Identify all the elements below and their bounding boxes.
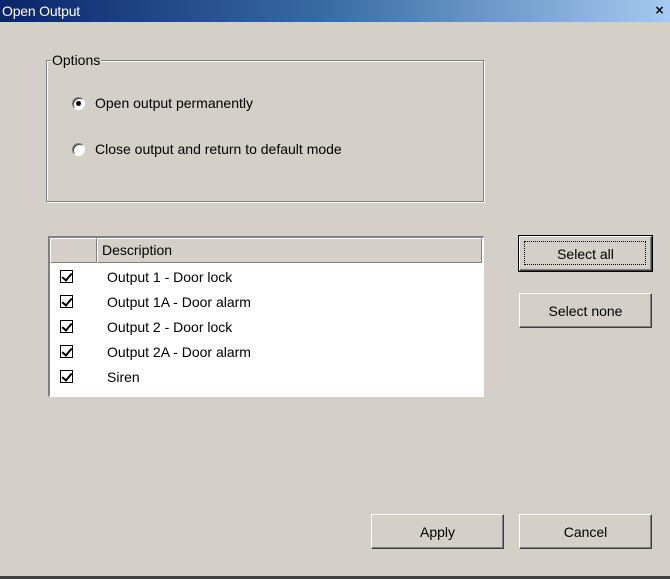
list-item-label: Siren — [107, 368, 140, 385]
radio-label: Close output and return to default mode — [95, 141, 342, 157]
column-header-description[interactable]: Description — [97, 238, 482, 263]
options-groupbox — [46, 60, 484, 202]
cancel-button[interactable]: Cancel — [519, 514, 652, 549]
outputs-listview[interactable]: Description Output 1 - Door lock Output … — [48, 236, 484, 397]
list-item[interactable]: Siren — [50, 364, 483, 389]
apply-label: Apply — [419, 523, 456, 540]
list-item-label: Output 1 - Door lock — [107, 268, 233, 285]
listview-header: Description — [50, 238, 483, 263]
open-output-dialog: Open Output × Options Open output perman… — [0, 0, 670, 579]
listview-body: Output 1 - Door lock Output 1A - Door al… — [50, 264, 483, 389]
list-item-label: Output 2 - Door lock — [107, 318, 233, 335]
radio-button-unchecked[interactable] — [72, 142, 85, 156]
list-item-label: Output 1A - Door alarm — [107, 293, 251, 310]
column-header-check[interactable] — [50, 238, 97, 263]
close-icon[interactable]: × — [653, 3, 666, 17]
checkbox-checked[interactable] — [60, 270, 73, 283]
window-title: Open Output — [2, 3, 80, 19]
title-bar[interactable]: Open Output × — [0, 0, 670, 22]
select-none-label: Select none — [548, 302, 623, 319]
list-item[interactable]: Output 1A - Door alarm — [50, 289, 483, 314]
select-none-button[interactable]: Select none — [519, 293, 652, 328]
list-item-label: Output 2A - Door alarm — [107, 343, 251, 360]
select-all-button[interactable]: Select all — [518, 235, 653, 272]
options-group-label: Options — [51, 52, 102, 68]
radio-open-permanently[interactable]: Open output permanently — [72, 94, 253, 112]
checkbox-checked[interactable] — [60, 295, 73, 308]
cancel-label: Cancel — [563, 523, 608, 540]
radio-label: Open output permanently — [95, 95, 253, 111]
checkbox-checked[interactable] — [60, 345, 73, 358]
checkbox-checked[interactable] — [60, 320, 73, 333]
apply-button[interactable]: Apply — [371, 514, 504, 549]
list-item[interactable]: Output 1 - Door lock — [50, 264, 483, 289]
radio-button-checked[interactable] — [72, 96, 85, 110]
checkbox-checked[interactable] — [60, 370, 73, 383]
list-item[interactable]: Output 2 - Door lock — [50, 314, 483, 339]
radio-close-return-default[interactable]: Close output and return to default mode — [72, 140, 342, 158]
list-item[interactable]: Output 2A - Door alarm — [50, 339, 483, 364]
select-all-label: Select all — [557, 245, 614, 262]
